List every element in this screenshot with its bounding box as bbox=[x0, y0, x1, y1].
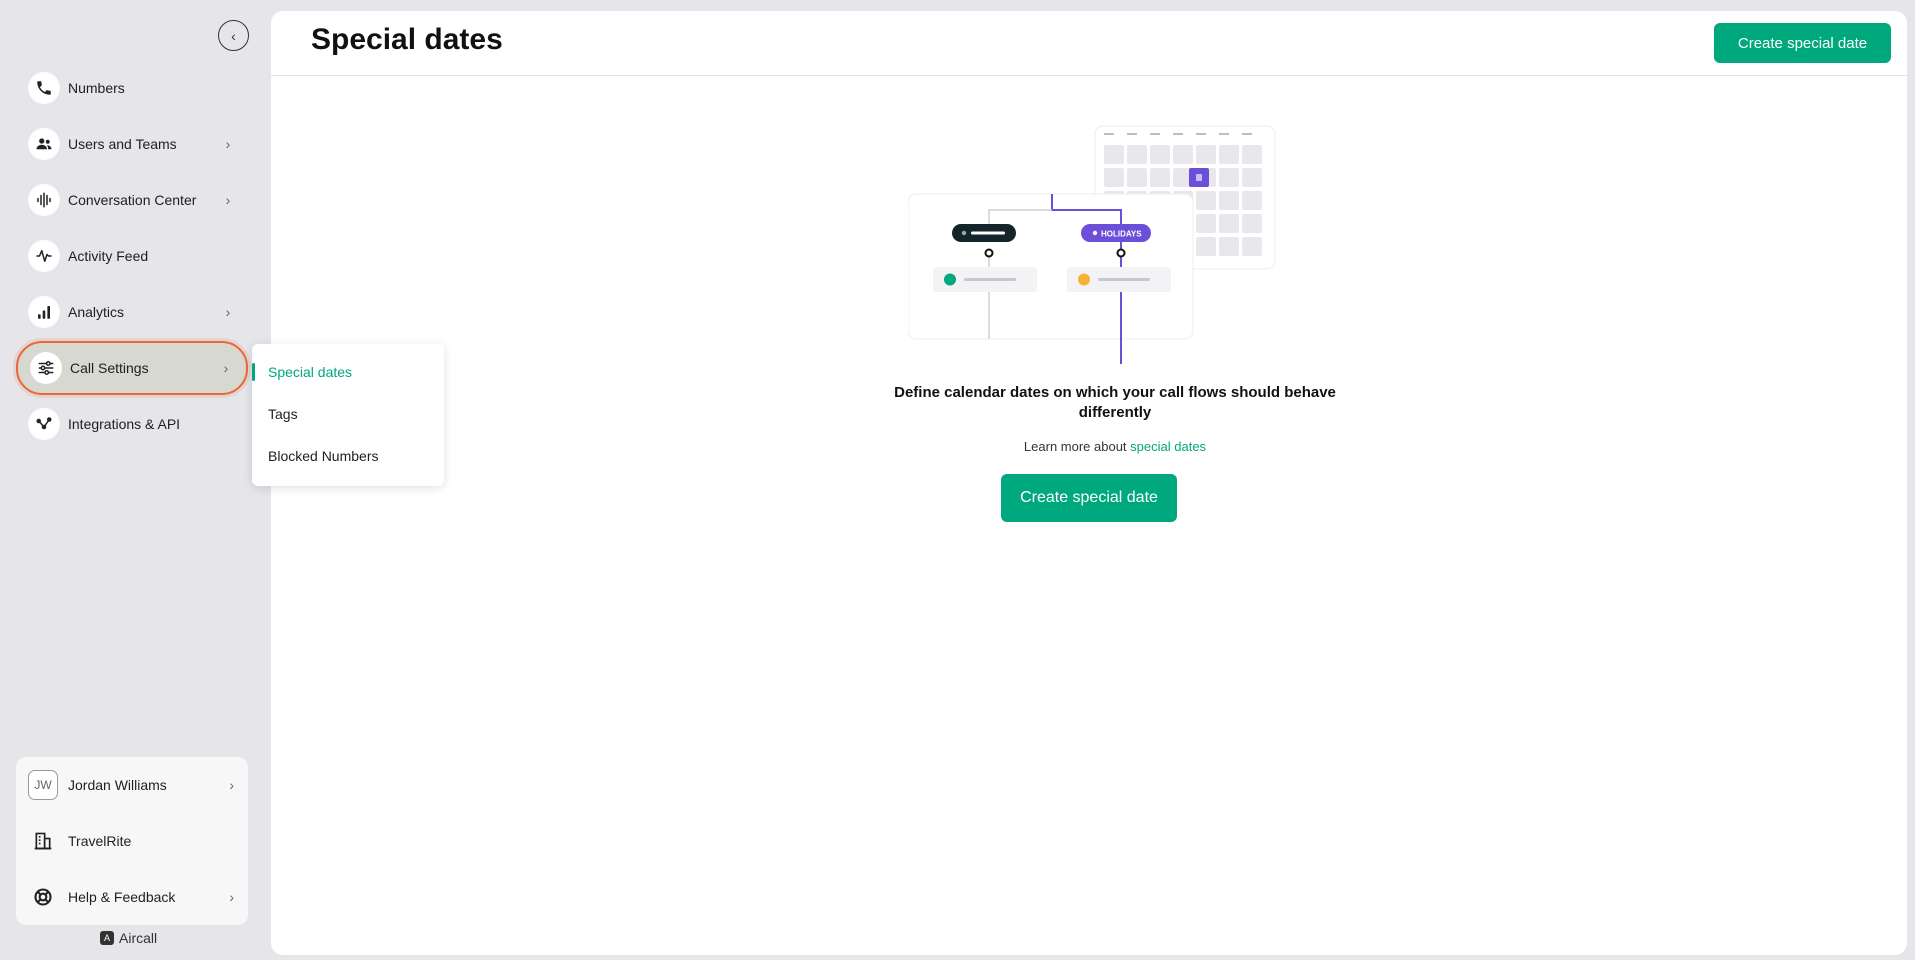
sidebar-item-label: Call Settings bbox=[70, 360, 149, 376]
sidebar-item-integrations[interactable]: Integrations & API bbox=[16, 398, 248, 450]
sidebar-item-call-settings[interactable]: Call Settings › bbox=[16, 341, 248, 395]
avatar-wrapper: JW bbox=[28, 770, 58, 800]
sidebar-item-numbers[interactable]: Numbers bbox=[16, 62, 248, 114]
phone-icon bbox=[28, 72, 60, 104]
collapse-sidebar-button[interactable]: ‹ bbox=[218, 20, 249, 51]
create-special-date-header-button[interactable]: Create special date bbox=[1714, 23, 1891, 63]
sidebar-item-conversation-center[interactable]: Conversation Center › bbox=[16, 174, 248, 226]
help-feedback-item[interactable]: Help & Feedback › bbox=[16, 869, 248, 925]
sidebar-item-analytics[interactable]: Analytics › bbox=[16, 286, 248, 338]
activity-pulse-icon bbox=[28, 240, 60, 272]
lifebuoy-icon bbox=[28, 882, 58, 912]
sidebar-item-users-and-teams[interactable]: Users and Teams › bbox=[16, 118, 248, 170]
sidebar-item-label: Conversation Center bbox=[68, 192, 197, 208]
holidays-label: HOLIDAYS bbox=[1101, 230, 1142, 239]
brand-name: Aircall bbox=[119, 930, 158, 946]
help-label: Help & Feedback bbox=[68, 889, 176, 905]
sidebar-item-label: Users and Teams bbox=[68, 136, 177, 152]
users-icon bbox=[28, 128, 60, 160]
account-card: JW Jordan Williams › TravelRite Help & F… bbox=[16, 757, 248, 925]
learn-more-text: Learn more about special dates bbox=[871, 439, 1359, 454]
chevron-right-icon: › bbox=[223, 360, 229, 376]
call-settings-submenu: Special dates Tags Blocked Numbers bbox=[252, 344, 444, 486]
page-title: Special dates bbox=[311, 23, 503, 56]
user-name: Jordan Williams bbox=[68, 777, 167, 793]
submenu-item-tags[interactable]: Tags bbox=[252, 396, 444, 432]
chevron-right-icon: › bbox=[229, 889, 234, 905]
sidebar: ‹ Numbers Users and Teams › Conversation… bbox=[0, 0, 270, 960]
learn-more-prefix: Learn more about bbox=[1023, 439, 1127, 454]
special-dates-link[interactable]: special dates bbox=[1130, 439, 1206, 454]
main-panel: Special dates Create special date HOLIDA… bbox=[271, 11, 1907, 955]
company-name: TravelRite bbox=[68, 833, 132, 849]
create-special-date-button[interactable]: Create special date bbox=[1001, 474, 1177, 522]
chevron-left-icon: ‹ bbox=[231, 27, 236, 44]
sidebar-item-label: Numbers bbox=[68, 80, 125, 96]
aircall-logo-icon: A bbox=[100, 931, 114, 945]
empty-state-title: Define calendar dates on which your call… bbox=[894, 384, 1336, 421]
sidebar-item-label: Activity Feed bbox=[68, 248, 149, 264]
building-icon bbox=[28, 826, 58, 856]
brand: A Aircall bbox=[100, 930, 157, 946]
sliders-icon bbox=[30, 352, 62, 384]
submenu-item-label: Tags bbox=[268, 406, 298, 422]
chevron-right-icon: › bbox=[229, 777, 234, 793]
user-profile-item[interactable]: JW Jordan Williams › bbox=[16, 757, 248, 813]
page-header: Special dates Create special date bbox=[271, 11, 1907, 76]
submenu-item-label: Blocked Numbers bbox=[268, 448, 379, 464]
submenu-item-special-dates[interactable]: Special dates bbox=[252, 354, 444, 390]
sidebar-item-activity-feed[interactable]: Activity Feed bbox=[16, 230, 248, 282]
company-item[interactable]: TravelRite bbox=[16, 813, 248, 869]
sidebar-item-label: Integrations & API bbox=[68, 416, 181, 432]
chevron-right-icon: › bbox=[225, 192, 231, 208]
chevron-right-icon: › bbox=[225, 136, 231, 152]
soundwave-icon bbox=[28, 184, 60, 216]
submenu-item-blocked-numbers[interactable]: Blocked Numbers bbox=[252, 438, 444, 474]
special-dates-illustration: HOLIDAYS bbox=[908, 125, 1276, 364]
sidebar-item-label: Analytics bbox=[68, 304, 125, 320]
bar-chart-icon bbox=[28, 296, 60, 328]
chevron-right-icon: › bbox=[225, 304, 231, 320]
integrations-icon bbox=[28, 408, 60, 440]
avatar: JW bbox=[28, 770, 58, 800]
submenu-item-label: Special dates bbox=[268, 364, 353, 380]
